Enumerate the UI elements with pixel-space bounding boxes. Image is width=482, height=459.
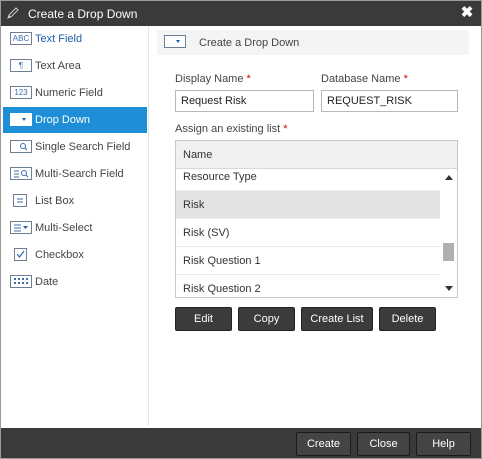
form-header-title: Create a Drop Down [199,37,300,49]
create-list-button[interactable]: Create List [301,307,373,331]
text-area-icon: ¶ [10,59,32,72]
numeric-field-icon: 123 [10,86,32,99]
sidebar-item-numeric-field[interactable]: 123 Numeric Field [3,80,147,106]
sidebar-item-label: Text Area [35,60,81,72]
sidebar-item-label: List Box [35,195,75,207]
list-box-icon [13,194,27,207]
copy-button[interactable]: Copy [238,307,295,331]
required-marker: * [283,123,288,135]
list-rows: Resource Type Risk Risk (SV) Risk Questi… [176,169,440,297]
create-button[interactable]: Create [296,432,351,456]
sidebar-item-list-box[interactable]: List Box [3,188,147,214]
sidebar-item-date[interactable]: Date [3,269,147,295]
sidebar-item-multi-select[interactable]: Multi-Select [3,215,147,241]
existing-list-box: Name Resource Type Risk Risk (SV) Risk Q… [175,140,458,298]
multi-select-icon [10,221,32,234]
drop-down-icon [164,35,186,48]
sidebar-item-single-search-field[interactable]: Single Search Field [3,134,147,160]
sidebar-item-label: Single Search Field [35,141,131,153]
dialog-title: Create a Drop Down [28,7,138,21]
sidebar-item-checkbox[interactable]: Checkbox [3,242,147,268]
list-item[interactable]: Risk (SV) [176,219,440,247]
sidebar-item-label: Text Field [35,33,83,45]
edit-button[interactable]: Edit [175,307,232,331]
required-marker: * [403,73,408,85]
checkbox-icon [14,248,27,261]
drop-down-icon [10,113,32,126]
display-name-label: Display Name * [175,73,251,85]
field-type-sidebar: ABC Text Field ¶ Text Area 123 Numeric F… [1,26,149,426]
text-field-icon: ABC [10,32,32,45]
help-button[interactable]: Help [416,432,471,456]
sidebar-item-drop-down[interactable]: Drop Down [3,107,147,133]
sidebar-item-label: Multi-Select [35,222,93,234]
display-name-input[interactable] [175,90,314,112]
dialog-footer: Create Close Help [1,428,481,458]
list-item[interactable]: Risk Question 2 [176,275,440,297]
single-search-icon [10,140,32,153]
scroll-down-icon[interactable] [445,286,453,291]
list-column-header[interactable]: Name [176,141,457,169]
delete-button[interactable]: Delete [379,307,436,331]
sidebar-item-text-area[interactable]: ¶ Text Area [3,53,147,79]
list-item-selected[interactable]: Risk [176,191,440,219]
multi-search-icon [10,167,32,180]
database-name-input[interactable] [321,90,458,112]
sidebar-item-label: Date [35,276,59,288]
sidebar-item-multi-search-field[interactable]: Multi-Search Field [3,161,147,187]
date-icon [10,275,32,288]
sidebar-item-text-field[interactable]: ABC Text Field [3,26,147,52]
sidebar-item-label: Checkbox [35,249,84,261]
sidebar-item-label: Drop Down [35,114,91,126]
list-item[interactable]: Resource Type [176,169,440,191]
sidebar-item-label: Numeric Field [35,87,103,99]
close-button[interactable]: Close [357,432,410,456]
scroll-up-icon[interactable] [445,175,453,180]
pencil-icon [7,7,19,19]
database-name-label: Database Name * [321,73,408,85]
required-marker: * [246,73,251,85]
close-icon[interactable]: ✖ [459,4,475,22]
sidebar-item-label: Multi-Search Field [35,168,124,180]
scroll-thumb[interactable] [443,243,454,261]
assign-list-label: Assign an existing list * [175,123,288,135]
list-item[interactable]: Risk Question 1 [176,247,440,275]
title-bar: Create a Drop Down ✖ [1,1,481,26]
form-header: Create a Drop Down [157,30,469,55]
create-drop-down-dialog: Create a Drop Down ✖ ABC Text Field ¶ Te… [0,0,482,459]
list-scrollbar[interactable] [441,169,457,297]
